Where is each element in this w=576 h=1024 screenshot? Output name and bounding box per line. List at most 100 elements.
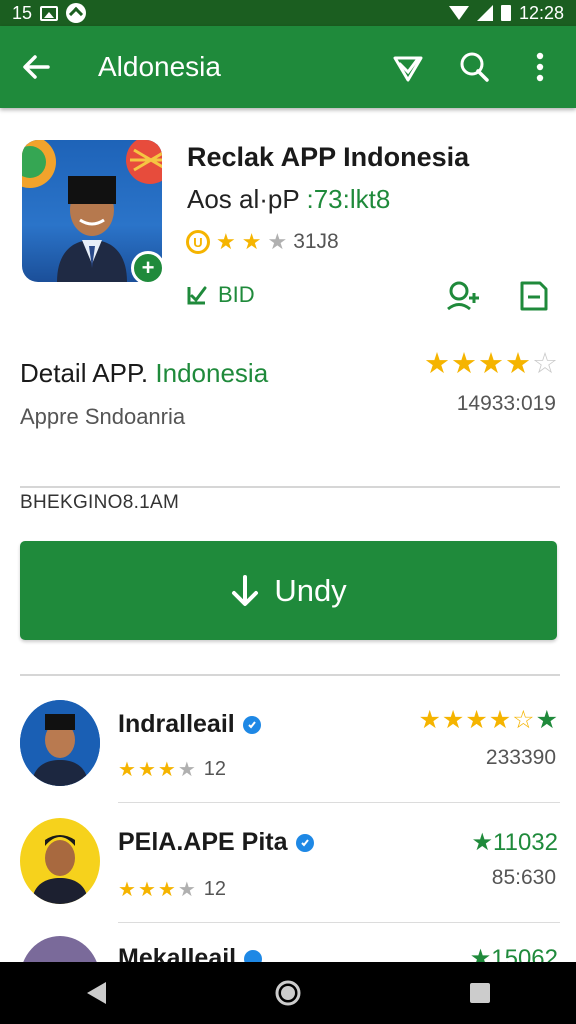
more-vert-icon xyxy=(536,52,544,82)
list-item-rating: ★ ★ ★ ★ 12 xyxy=(118,758,226,781)
star-icon: ★ xyxy=(118,758,136,781)
star-icon: ★ xyxy=(267,229,288,254)
nav-back-button[interactable] xyxy=(66,968,126,1018)
star-icon: ★ xyxy=(137,878,156,901)
star-icon: ★ xyxy=(177,878,196,901)
app-subtitle-prefix: Aos al·pP xyxy=(187,184,300,214)
verified-icon xyxy=(295,833,314,852)
list-item-name-text: Indralleail xyxy=(118,710,235,738)
file-icon xyxy=(520,281,548,311)
star-icon: ★ xyxy=(157,878,176,901)
app-rating-text: 31J8 xyxy=(293,230,339,253)
signal-icon xyxy=(476,5,493,21)
avatar xyxy=(20,700,100,786)
system-nav-bar xyxy=(0,962,576,1024)
coin-icon: U xyxy=(186,230,210,254)
status-bar: 15 12:28 xyxy=(0,0,576,26)
app-subtitle: Aos al·pP :73:lkt8 xyxy=(187,184,390,215)
star-half-icon: ☆ xyxy=(512,706,535,734)
bid-badge[interactable]: BID xyxy=(186,282,255,308)
check-edit-icon xyxy=(187,286,207,305)
verified-icon xyxy=(244,949,263,962)
app-bar: Aldonesia xyxy=(0,26,576,108)
primary-action-button[interactable]: Undy xyxy=(20,541,557,640)
wishlist-button[interactable] xyxy=(386,45,430,89)
list-item-count: 233390 xyxy=(485,746,556,769)
list-item[interactable]: PElA.APE Pita ★ ★ ★ ★ 12 ★11032 85:630 xyxy=(0,810,576,930)
search-button[interactable] xyxy=(452,45,496,89)
divider xyxy=(20,486,560,488)
app-header: + Reclak APP Indonesia Aos al·pP :73:lkt… xyxy=(0,108,576,328)
save-file-button[interactable] xyxy=(514,276,554,316)
star-icon: ★ xyxy=(177,758,196,781)
app-title: Reclak APP Indonesia xyxy=(187,142,470,172)
avatar xyxy=(20,818,100,904)
avatar xyxy=(20,936,100,962)
verified-icon xyxy=(242,715,261,734)
back-button[interactable] xyxy=(18,49,54,85)
arrow-left-icon xyxy=(23,55,50,79)
star-icon: ★ xyxy=(157,758,176,781)
star-icon: ★ xyxy=(241,229,262,254)
list-item-score-text: ★15062 xyxy=(469,945,558,962)
nav-recents-button[interactable] xyxy=(450,968,510,1018)
star-icon: ★ xyxy=(424,348,450,380)
triangle-back-icon xyxy=(87,982,106,1004)
add-badge-icon: + xyxy=(131,251,165,285)
add-person-button[interactable] xyxy=(442,276,482,316)
app-notification-icon xyxy=(66,3,87,23)
detail-subtitle: Appre Sndoanria xyxy=(20,404,186,429)
more-options-button[interactable] xyxy=(518,45,562,89)
nav-home-button[interactable] xyxy=(258,968,318,1018)
divider xyxy=(118,922,560,923)
detail-title-accent: Indonesia xyxy=(155,358,269,388)
bid-label: BID xyxy=(218,282,255,307)
search-icon xyxy=(460,52,489,82)
list-item-score-text: ★11032 xyxy=(471,829,558,856)
detail-title-prefix: Detail APP. xyxy=(20,358,149,388)
list-item[interactable]: Indralleail ★ ★ ★ ★ 12 ★ ★ ★ ★ ☆ ★ 23339… xyxy=(0,690,576,810)
square-recents-icon xyxy=(470,983,490,1003)
list-item-name: Indralleail xyxy=(118,710,261,739)
detail-title: Detail APP. Indonesia xyxy=(20,358,268,389)
star-icon: ★ xyxy=(478,348,504,380)
ribbon-icon xyxy=(393,56,423,82)
person-add-icon xyxy=(447,281,479,311)
star-icon: ★ xyxy=(505,348,531,380)
status-time: 12:28 xyxy=(518,2,564,23)
list-item-score: ★15062 xyxy=(470,944,558,962)
list-item-name: Mekalleail xyxy=(118,944,263,962)
app-bar-title: Aldonesia xyxy=(98,51,221,82)
list-item[interactable]: Mekalleail ★15062 xyxy=(0,930,576,962)
list-item-rating-count: 12 xyxy=(203,758,226,780)
list-item-name-text: PElA.APE Pita xyxy=(118,828,288,856)
circle-home-icon xyxy=(275,980,301,1006)
status-left-text: 15 xyxy=(12,2,33,23)
star-icon: ★ xyxy=(418,706,441,734)
list-item-rating: ★ ★ ★ ★ 12 xyxy=(118,878,226,901)
primary-action-label: Undy xyxy=(274,572,347,608)
detail-count: 14933:019 xyxy=(456,392,556,415)
list-item-name: PElA.APE Pita xyxy=(118,828,314,857)
list-item-score: ★11032 xyxy=(472,828,558,857)
star-icon: ★ xyxy=(118,878,136,901)
arrow-down-icon xyxy=(232,574,259,606)
list-item-count: 85:630 xyxy=(491,866,556,889)
app-rating: U ★ ★ ★ 31J8 xyxy=(186,230,339,254)
detail-section: Detail APP. Indonesia Appre Sndoanria ★ … xyxy=(0,340,576,486)
list-item-name-text: Mekalleail xyxy=(118,944,237,962)
star-icon: ★ xyxy=(216,229,236,254)
wifi-icon xyxy=(448,6,469,20)
detail-stars: ★ ★ ★ ★ ☆ xyxy=(424,350,558,379)
star-icon: ★ xyxy=(488,706,512,734)
star-icon: ★ xyxy=(465,706,488,734)
list-item-top-stars: ★ ★ ★ ★ ☆ ★ xyxy=(418,708,558,733)
star-outline-icon: ☆ xyxy=(532,348,558,380)
app-subtitle-accent: :73:lkt8 xyxy=(306,184,391,214)
battery-icon xyxy=(500,5,511,21)
star-icon: ★ xyxy=(441,706,465,734)
gallery-notification-icon xyxy=(40,5,59,21)
star-icon: ★ xyxy=(137,758,156,781)
star-icon: ★ xyxy=(451,348,477,380)
divider xyxy=(20,674,560,676)
